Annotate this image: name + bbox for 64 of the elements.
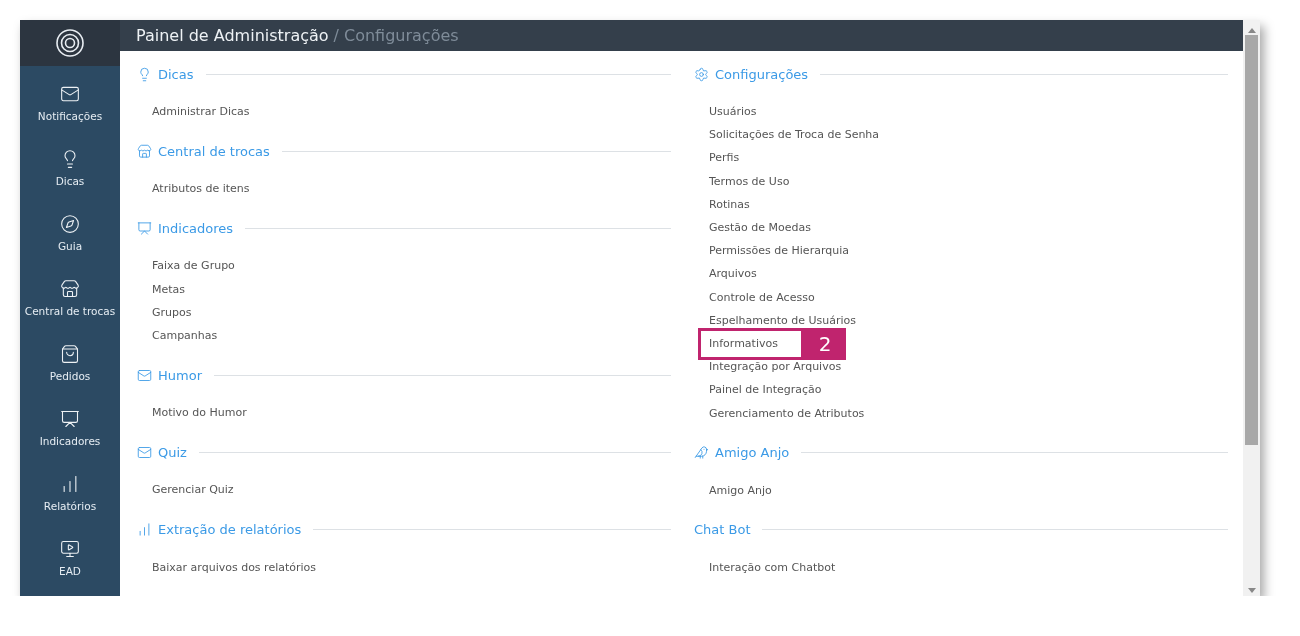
settings-link[interactable]: Atributos de itens [152, 182, 250, 196]
scrollbar[interactable] [1243, 20, 1260, 596]
bird-icon [694, 445, 709, 461]
settings-icon [694, 66, 709, 82]
sidebar-item[interactable]: Indicadores [20, 395, 120, 460]
sidebar-item[interactable]: Central de trocas [20, 265, 120, 330]
settings-link[interactable]: Permissões de Hierarquia [709, 244, 849, 258]
shopping-bag-icon [60, 343, 80, 364]
settings-link[interactable]: Motivo do Humor [152, 406, 247, 420]
logo-icon [55, 28, 85, 58]
section-title: Humor [158, 367, 202, 383]
section-title: Amigo Anjo [715, 445, 790, 461]
settings-link[interactable]: Baixar arquivos dos relatórios [152, 560, 317, 574]
bar-chart-icon [137, 522, 152, 537]
sidebar-item[interactable]: Relatórios [20, 460, 120, 525]
settings-link[interactable]: Administrar Dicas [152, 105, 250, 119]
sidebar-item[interactable]: Guia [20, 200, 120, 265]
scroll-down-icon [1247, 588, 1256, 593]
settings-link[interactable]: Integração por Arquivos [709, 360, 842, 374]
step-number: 2 [804, 327, 846, 360]
monitor-icon [60, 538, 80, 559]
mail-icon [137, 367, 152, 383]
presentation-chart-icon [60, 408, 80, 429]
settings-link[interactable]: Metas [152, 282, 186, 296]
settings-link[interactable]: Arquivos [709, 267, 757, 281]
section-title: Indicadores [158, 220, 234, 236]
settings-link[interactable]: Amigo Anjo [709, 483, 772, 497]
section-title: Central de trocas [158, 143, 270, 159]
store-icon [60, 278, 80, 299]
settings-link[interactable]: Perfis [709, 151, 740, 165]
mail-icon [137, 444, 152, 460]
settings-link[interactable]: Gerenciar Quiz [152, 483, 234, 497]
section-title: Chat Bot [694, 522, 751, 538]
sidebar-item[interactable]: EAD [20, 525, 120, 590]
settings-link[interactable]: Interação com Chatbot [709, 560, 836, 574]
settings-link[interactable]: Gerenciamento de Atributos [709, 406, 865, 420]
settings-link[interactable]: Grupos [152, 305, 192, 319]
settings-link[interactable]: Painel de Integração [709, 383, 822, 397]
store-icon [137, 143, 152, 159]
settings-link[interactable]: Termos de Uso [709, 174, 790, 188]
breadcrumb-separator: / [333, 26, 339, 45]
settings-link[interactable]: Gestão de Moedas [709, 221, 811, 235]
settings-link[interactable]: Campanhas [152, 329, 218, 343]
settings-link[interactable]: Solicitações de Troca de Senha [709, 128, 880, 142]
page-title: Painel de Administração [136, 26, 329, 45]
settings-link[interactable]: Rotinas [709, 197, 750, 211]
sidebar-item[interactable]: Pedidos [20, 330, 120, 395]
sidebar-item[interactable]: Dicas [20, 135, 120, 200]
settings-link[interactable]: Faixa de Grupo [152, 259, 235, 273]
lightbulb-icon [137, 66, 152, 82]
section-title: Quiz [158, 444, 187, 460]
settings-link[interactable]: Usuários [709, 105, 757, 119]
breadcrumb-current: Configurações [344, 26, 459, 45]
presentation-chart-icon [137, 220, 152, 236]
settings-link[interactable]: Controle de Acesso [709, 290, 815, 304]
section-title: Configurações [715, 66, 809, 82]
section-title: Dicas [158, 66, 194, 82]
scrollbar-thumb[interactable] [1245, 35, 1258, 445]
compass-icon [60, 213, 80, 234]
sidebar-item[interactable]: Notificações [20, 70, 120, 135]
scroll-up-icon [1247, 28, 1256, 33]
section-title: Extração de relatórios [158, 522, 302, 537]
settings-link[interactable]: Informativos [709, 336, 778, 350]
settings-link[interactable]: Espelhamento de Usuários [709, 313, 856, 327]
